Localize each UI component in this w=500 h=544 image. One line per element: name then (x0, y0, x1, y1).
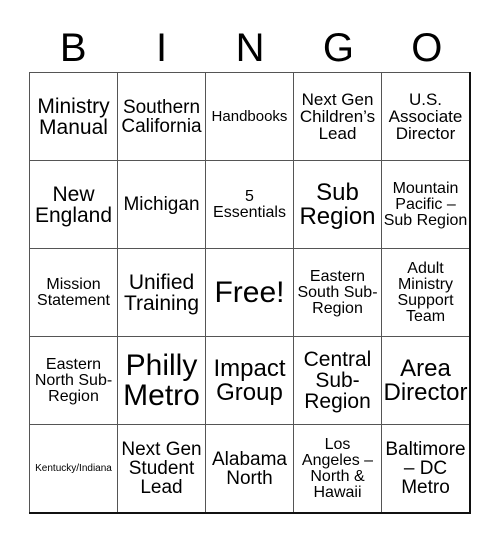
bingo-cell[interactable]: Adult Ministry Support Team (381, 248, 471, 338)
bingo-cell[interactable]: Central Sub-Region (293, 336, 382, 426)
card-row: Mission Statement Unified Training Free!… (29, 248, 471, 338)
bingo-cell[interactable]: Eastern South Sub-Region (293, 248, 382, 338)
bingo-cell[interactable]: Los Angeles – North & Hawaii (293, 424, 382, 514)
header-letter-b: B (59, 26, 87, 70)
bingo-cell[interactable]: Handbooks (205, 71, 294, 162)
bingo-cell[interactable]: Next Gen Student Lead (117, 424, 206, 514)
bingo-cell[interactable]: Mission Statement (29, 248, 118, 338)
bingo-cell[interactable]: Philly Metro (117, 336, 206, 426)
bingo-cell[interactable]: Ministry Manual (29, 71, 118, 162)
header-letter-o: O (411, 26, 443, 70)
header-letter-g: G (322, 26, 354, 70)
bingo-cell[interactable]: Southern California (117, 71, 206, 162)
bingo-cell[interactable]: New England (29, 160, 118, 250)
bingo-header: B I N G O (29, 24, 471, 72)
bingo-cell[interactable]: Sub Region (293, 160, 382, 250)
free-cell[interactable]: Free! (205, 248, 294, 338)
card-row: Ministry Manual Southern California Hand… (29, 71, 471, 162)
card-row: Eastern North Sub-Region Philly Metro Im… (29, 336, 471, 426)
bingo-cell[interactable]: Mountain Pacific – Sub Region (381, 160, 471, 250)
bingo-cell[interactable]: 5 Essentials (205, 160, 294, 250)
bingo-card: Ministry Manual Southern California Hand… (29, 71, 471, 514)
header-letter-i: I (156, 26, 168, 70)
header-letter-n: N (235, 26, 265, 70)
bingo-cell[interactable]: Eastern North Sub-Region (29, 336, 118, 426)
bingo-cell[interactable]: Area Director (381, 336, 471, 426)
bingo-cell[interactable]: Unified Training (117, 248, 206, 338)
bingo-cell[interactable]: Michigan (117, 160, 206, 250)
bingo-cell[interactable]: Kentucky/Indiana (29, 424, 118, 514)
card-row: Kentucky/Indiana Next Gen Student Lead A… (29, 424, 471, 514)
card-row: New England Michigan 5 Essentials Sub Re… (29, 160, 471, 250)
bingo-cell[interactable]: Impact Group (205, 336, 294, 426)
bingo-cell[interactable]: Baltimore – DC Metro (381, 424, 471, 514)
bingo-cell[interactable]: Alabama North (205, 424, 294, 514)
bingo-cell[interactable]: Next Gen Children’s Lead (293, 71, 382, 162)
bingo-cell[interactable]: U.S. Associate Director (381, 71, 471, 162)
